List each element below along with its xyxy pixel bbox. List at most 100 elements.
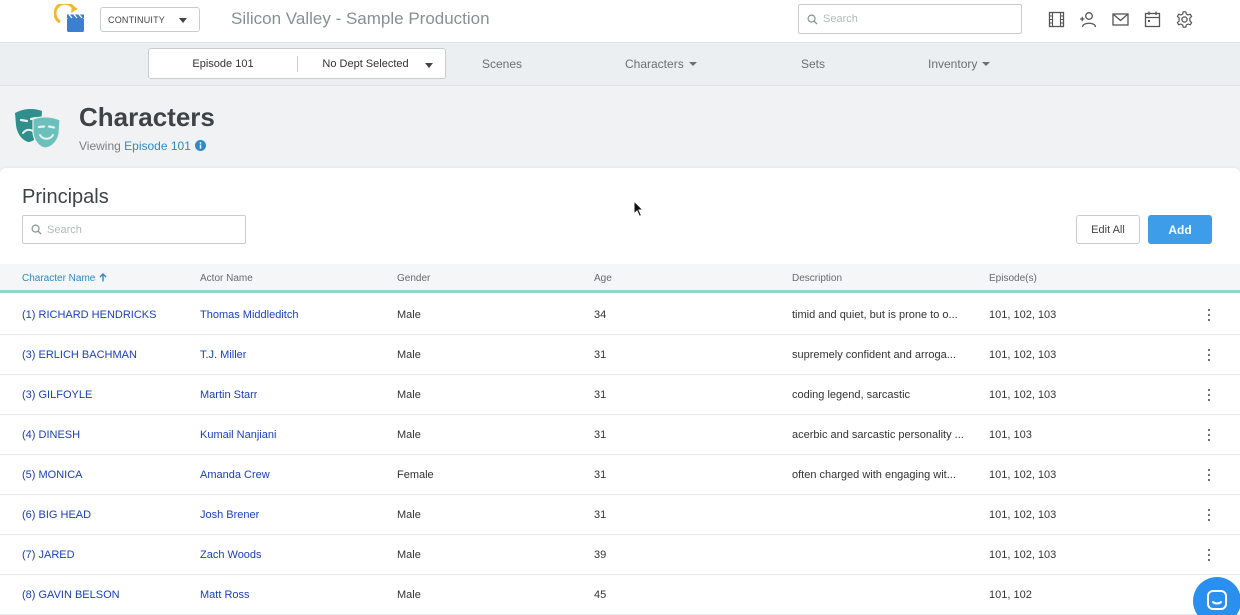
column-header-label: Character Name: [22, 273, 96, 284]
cell-character-name[interactable]: (4) DINESH: [22, 429, 80, 441]
viewing-episode-link[interactable]: Episode 101: [124, 139, 191, 153]
chat-launcher-button[interactable]: [1193, 577, 1240, 615]
principals-search-input[interactable]: [47, 222, 237, 238]
cell-character-name[interactable]: (6) BIG HEAD: [22, 509, 91, 521]
sort-ascending-icon: [99, 273, 107, 282]
edit-all-button[interactable]: Edit All: [1076, 215, 1140, 244]
add-user-icon[interactable]: [1079, 10, 1098, 29]
nav-scenes-label: Scenes: [482, 57, 523, 71]
cell-episodes: 101, 102, 103: [989, 509, 1057, 521]
cell-episodes: 101, 102, 103: [989, 469, 1057, 481]
cell-age: 31: [594, 429, 607, 441]
column-header-character-name[interactable]: Character Name: [22, 273, 107, 284]
chevron-down-icon: [982, 62, 991, 66]
nav-sets-label: Sets: [801, 57, 826, 71]
cell-episodes: 101, 102, 103: [989, 389, 1057, 401]
cell-actor-name[interactable]: Kumail Nanjiani: [200, 429, 276, 441]
add-button[interactable]: Add: [1148, 215, 1212, 244]
column-header-description[interactable]: Description: [792, 273, 842, 284]
cell-character-name[interactable]: (8) GAVIN BELSON: [22, 589, 120, 601]
nav-sets[interactable]: Sets: [801, 57, 825, 71]
cell-description: acerbic and sarcastic personality ...: [792, 429, 964, 441]
viewing-subtitle: Viewing Episode 101: [79, 139, 206, 153]
table-row[interactable]: (5) MONICA Amanda Crew Female 31 often charg…: [0, 455, 1240, 495]
cell-description: supremely confident and arroga...: [792, 349, 956, 361]
cell-episodes: 101, 102, 103: [989, 549, 1057, 561]
cell-actor-name[interactable]: Matt Ross: [200, 589, 250, 601]
info-icon[interactable]: [194, 140, 206, 151]
mouse-cursor-icon: [633, 200, 645, 218]
episode-select-label[interactable]: Episode 101: [149, 58, 297, 70]
cell-actor-name[interactable]: Josh Brener: [200, 509, 259, 521]
nav-inventory[interactable]: Inventory: [928, 57, 991, 71]
nav-scenes[interactable]: Scenes: [482, 57, 522, 71]
column-header-age[interactable]: Age: [594, 273, 612, 284]
cell-character-name[interactable]: (5) MONICA: [22, 469, 83, 481]
cell-actor-name[interactable]: Thomas Middleditch: [200, 309, 298, 321]
cell-age: 31: [594, 349, 607, 361]
film-strip-icon[interactable]: [1047, 10, 1066, 29]
principals-search[interactable]: [22, 215, 246, 244]
cell-actor-name[interactable]: Martin Starr: [200, 389, 257, 401]
cell-gender: Male: [397, 589, 421, 601]
cell-age: 31: [594, 389, 607, 401]
gear-icon[interactable]: [1175, 10, 1194, 29]
cell-age: 34: [594, 309, 607, 321]
cell-actor-name[interactable]: T.J. Miller: [200, 349, 246, 361]
module-select-label: CONTINUITY: [108, 15, 165, 25]
search-icon: [31, 224, 42, 235]
app-logo-icon[interactable]: [54, 4, 86, 34]
cell-age: 39: [594, 549, 607, 561]
cell-actor-name[interactable]: Zach Woods: [200, 549, 262, 561]
cell-episodes: 101, 102, 103: [989, 309, 1057, 321]
row-menu-kebab-icon[interactable]: [1203, 387, 1215, 403]
cell-episodes: 101, 103: [989, 429, 1032, 441]
cell-character-name[interactable]: (7) JARED: [22, 549, 75, 561]
table-row[interactable]: (3) ERLICH BACHMAN T.J. Miller Male 31 supre…: [0, 335, 1240, 375]
row-menu-kebab-icon[interactable]: [1203, 307, 1215, 323]
mail-icon[interactable]: [1111, 10, 1130, 29]
cell-episodes: 101, 102: [989, 589, 1032, 601]
global-search[interactable]: [798, 4, 1022, 34]
cell-gender: Male: [397, 309, 421, 321]
section-title: Principals: [22, 186, 109, 208]
calendar-icon[interactable]: [1143, 10, 1162, 29]
table-row[interactable]: (6) BIG HEAD Josh Brener Male 31 101, 102, 1…: [0, 495, 1240, 535]
sub-navigation: Episode 101 No Dept Selected Scenes Char…: [0, 44, 1240, 86]
nav-characters[interactable]: Characters: [625, 57, 697, 71]
chevron-down-icon: [179, 18, 187, 23]
table-row[interactable]: (4) DINESH Kumail Nanjiani Male 31 acerbic a…: [0, 415, 1240, 455]
department-select-label[interactable]: No Dept Selected: [298, 58, 433, 70]
cell-episodes: 101, 102, 103: [989, 349, 1057, 361]
cell-description: often charged with engaging wit...: [792, 469, 956, 481]
search-icon: [807, 14, 818, 25]
episode-department-select[interactable]: Episode 101 No Dept Selected: [148, 48, 446, 79]
column-header-gender[interactable]: Gender: [397, 273, 430, 284]
row-menu-kebab-icon[interactable]: [1203, 427, 1215, 443]
chevron-down-icon: [688, 62, 697, 66]
cell-gender: Female: [397, 469, 434, 481]
principals-card: Principals Edit All Add Character Name A…: [0, 168, 1240, 615]
row-menu-kebab-icon[interactable]: [1203, 467, 1215, 483]
cell-character-name[interactable]: (3) ERLICH BACHMAN: [22, 349, 137, 361]
table-row[interactable]: (7) JARED Zach Woods Male 39 101, 102, 103: [0, 535, 1240, 575]
column-header-episodes[interactable]: Episode(s): [989, 273, 1037, 284]
cell-character-name[interactable]: (3) GILFOYLE: [22, 389, 92, 401]
row-menu-kebab-icon[interactable]: [1203, 347, 1215, 363]
module-select[interactable]: CONTINUITY: [100, 7, 200, 32]
cell-description: coding legend, sarcastic: [792, 389, 911, 401]
row-menu-kebab-icon[interactable]: [1203, 507, 1215, 523]
cell-gender: Male: [397, 549, 421, 561]
table-row[interactable]: (3) GILFOYLE Martin Starr Male 31 coding leg…: [0, 375, 1240, 415]
production-title: Silicon Valley - Sample Production: [231, 9, 490, 28]
row-menu-kebab-icon[interactable]: [1203, 547, 1215, 563]
table-row[interactable]: (1) RICHARD HENDRICKS Thomas Middleditch M…: [0, 295, 1240, 335]
cell-age: 45: [594, 589, 607, 601]
cell-character-name[interactable]: (1) RICHARD HENDRICKS: [22, 309, 156, 321]
column-header-actor-name[interactable]: Actor Name: [200, 273, 253, 284]
global-search-input[interactable]: [823, 11, 1013, 27]
cell-actor-name[interactable]: Amanda Crew: [200, 469, 270, 481]
cell-gender: Male: [397, 349, 421, 361]
table-row[interactable]: (8) GAVIN BELSON Matt Ross Male 45 101, 102: [0, 575, 1240, 615]
top-bar: CONTINUITY Silicon Valley - Sample Produ…: [0, 0, 1240, 43]
